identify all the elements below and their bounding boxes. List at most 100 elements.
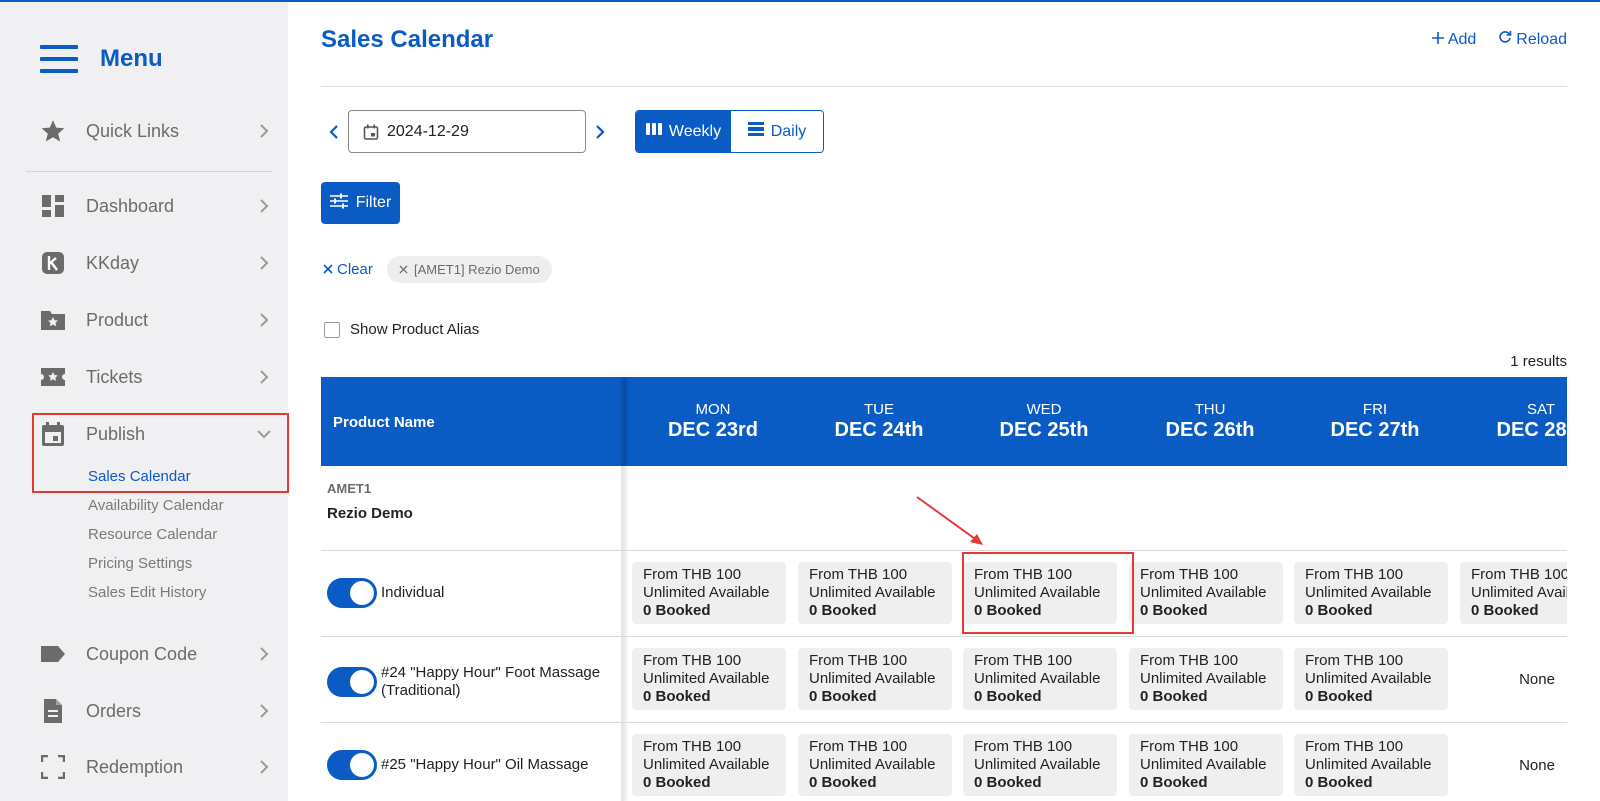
sidebar: Menu Quick Links Dashboard KKday Product xyxy=(0,2,288,801)
hamburger-icon[interactable] xyxy=(40,45,78,73)
dashboard-icon xyxy=(40,193,66,219)
row-name: #24 "Happy Hour" Foot Massage (Tradition… xyxy=(381,664,601,699)
filter-chip[interactable]: [AMET1] Rezio Demo xyxy=(387,256,552,283)
submenu-sales-edit-history[interactable]: Sales Edit History xyxy=(88,584,206,601)
availability-cell[interactable]: From THB 100Unlimited Available0 Booked xyxy=(963,734,1117,796)
plus-icon xyxy=(1431,31,1444,49)
availability-cell[interactable]: From THB 100Unlimited Available0 Booked xyxy=(1460,562,1567,624)
sidebar-item-quick-links[interactable]: Quick Links xyxy=(40,111,272,151)
availability-cell[interactable]: From THB 100Unlimited Available0 Booked xyxy=(1294,562,1448,624)
day-name: MON xyxy=(695,401,731,418)
availability-cell[interactable]: From THB 100Unlimited Available0 Booked xyxy=(1294,734,1448,796)
daily-view-button[interactable]: Daily xyxy=(731,111,823,152)
reload-button[interactable]: Reload xyxy=(1498,30,1567,49)
chevron-right-icon xyxy=(256,255,272,271)
annotation-arrow-icon xyxy=(916,496,983,545)
availability-cell[interactable]: From THB 100Unlimited Available0 Booked xyxy=(1129,734,1283,796)
tag-icon xyxy=(40,641,66,667)
availability-cell[interactable]: From THB 100Unlimited Available0 Booked xyxy=(632,562,786,624)
sidebar-item-kkday[interactable]: KKday xyxy=(40,243,272,283)
folder-star-icon xyxy=(40,307,66,333)
submenu-resource-calendar[interactable]: Resource Calendar xyxy=(88,526,217,543)
availability-cell[interactable]: From THB 100Unlimited Available0 Booked xyxy=(632,648,786,710)
day-name: SAT xyxy=(1526,401,1556,418)
show-product-alias-option[interactable]: Show Product Alias xyxy=(324,321,479,338)
availability-cell[interactable]: From THB 100Unlimited Available0 Booked xyxy=(1294,648,1448,710)
product-group-name: Rezio Demo xyxy=(327,505,413,522)
day-date: DEC 27th xyxy=(1330,419,1420,441)
availability-cell[interactable]: From THB 100Unlimited Available0 Booked xyxy=(798,734,952,796)
date-value: 2024-12-29 xyxy=(387,122,469,140)
sidebar-item-label: Orders xyxy=(86,700,142,721)
view-toggle: Weekly Daily xyxy=(635,110,824,153)
kkday-icon xyxy=(40,250,66,276)
submenu-availability-calendar[interactable]: Availability Calendar xyxy=(88,497,224,514)
sidebar-item-orders[interactable]: Orders xyxy=(40,691,272,731)
availability-cell[interactable]: From THB 100Unlimited Available0 Booked xyxy=(1129,562,1283,624)
sidebar-item-label: Redemption xyxy=(86,756,184,777)
submenu-pricing-settings[interactable]: Pricing Settings xyxy=(88,555,192,572)
calendar-table-header: Product Name MON DEC 23rd TUE DEC 24th W… xyxy=(321,377,1567,466)
reload-label: Reload xyxy=(1516,30,1567,48)
clear-filters-link[interactable]: Clear xyxy=(323,261,373,278)
row-divider xyxy=(321,722,1567,723)
row-enable-toggle[interactable] xyxy=(327,667,377,697)
day-header-mon: MON DEC 23rd xyxy=(630,401,796,442)
day-header-thu: THU DEC 26th xyxy=(1127,401,1293,442)
ticket-icon xyxy=(40,364,66,390)
next-week-button[interactable] xyxy=(590,120,610,144)
scan-icon xyxy=(40,754,66,780)
daily-label: Daily xyxy=(770,122,807,140)
row-name: #25 "Happy Hour" Oil Massage xyxy=(381,756,589,773)
prev-week-button[interactable] xyxy=(324,120,344,144)
row-enable-toggle[interactable] xyxy=(327,750,377,780)
sidebar-item-redemption[interactable]: Redemption xyxy=(40,747,272,787)
product-name-header: Product Name xyxy=(333,414,435,431)
availability-cell[interactable]: From THB 100Unlimited Available0 Booked xyxy=(1129,648,1283,710)
weekly-view-button[interactable]: Weekly xyxy=(636,111,731,152)
day-date: DEC 24th xyxy=(834,419,924,441)
chip-close-icon[interactable] xyxy=(399,262,408,277)
availability-cell[interactable]: From THB 100Unlimited Available0 Booked xyxy=(632,734,786,796)
filter-button[interactable]: Filter xyxy=(321,182,400,224)
table-row-cells: From THB 100 Unlimited Available 0 Booked … xyxy=(621,648,1567,710)
chevron-right-icon xyxy=(256,646,272,662)
availability-cell[interactable]: From THB 100Unlimited Available0 Booked xyxy=(963,648,1117,710)
sidebar-item-coupon-code[interactable]: Coupon Code xyxy=(40,634,272,674)
sidebar-item-label: KKday xyxy=(86,252,140,273)
publish-highlight-box xyxy=(32,413,289,493)
chevron-right-icon xyxy=(256,369,272,385)
add-button[interactable]: Add xyxy=(1431,30,1477,49)
day-header-fri: FRI DEC 27th xyxy=(1292,401,1458,442)
add-label: Add xyxy=(1447,30,1477,48)
sidebar-item-dashboard[interactable]: Dashboard xyxy=(40,186,272,226)
date-picker-input[interactable]: 2024-12-29 xyxy=(348,110,586,153)
menu-header[interactable]: Menu xyxy=(40,42,163,76)
sidebar-item-label: Coupon Code xyxy=(86,643,198,664)
rows-icon xyxy=(747,122,764,141)
cell-highlight-box xyxy=(962,552,1134,634)
sidebar-item-tickets[interactable]: Tickets xyxy=(40,357,272,397)
reload-icon xyxy=(1498,30,1512,49)
availability-cell[interactable]: From THB 100Unlimited Available0 Booked xyxy=(798,648,952,710)
table-row-label: #25 "Happy Hour" Oil Massage xyxy=(327,750,588,780)
chip-label: [AMET1] Rezio Demo xyxy=(414,262,540,277)
availability-cell[interactable]: From THB 100Unlimited Available0 Booked xyxy=(798,562,952,624)
page-title: Sales Calendar xyxy=(321,26,494,53)
day-header-tue: TUE DEC 24th xyxy=(796,401,962,442)
menu-title: Menu xyxy=(100,45,163,72)
sidebar-item-label: Quick Links xyxy=(86,120,180,141)
row-enable-toggle[interactable] xyxy=(327,578,377,608)
day-name: FRI xyxy=(1362,401,1388,418)
chevron-right-icon xyxy=(596,125,605,139)
day-header-wed: WED DEC 25th xyxy=(961,401,1127,442)
day-header-sat: SAT DEC 28th xyxy=(1458,401,1567,442)
sidebar-item-label: Dashboard xyxy=(86,195,175,216)
show-product-alias-checkbox[interactable] xyxy=(324,321,340,338)
day-date: DEC 28th xyxy=(1496,419,1567,441)
chevron-right-icon xyxy=(256,703,272,719)
day-date: DEC 26th xyxy=(1165,419,1255,441)
day-date: DEC 23rd xyxy=(667,419,759,441)
star-icon xyxy=(40,118,66,144)
sidebar-item-product[interactable]: Product xyxy=(40,300,272,340)
